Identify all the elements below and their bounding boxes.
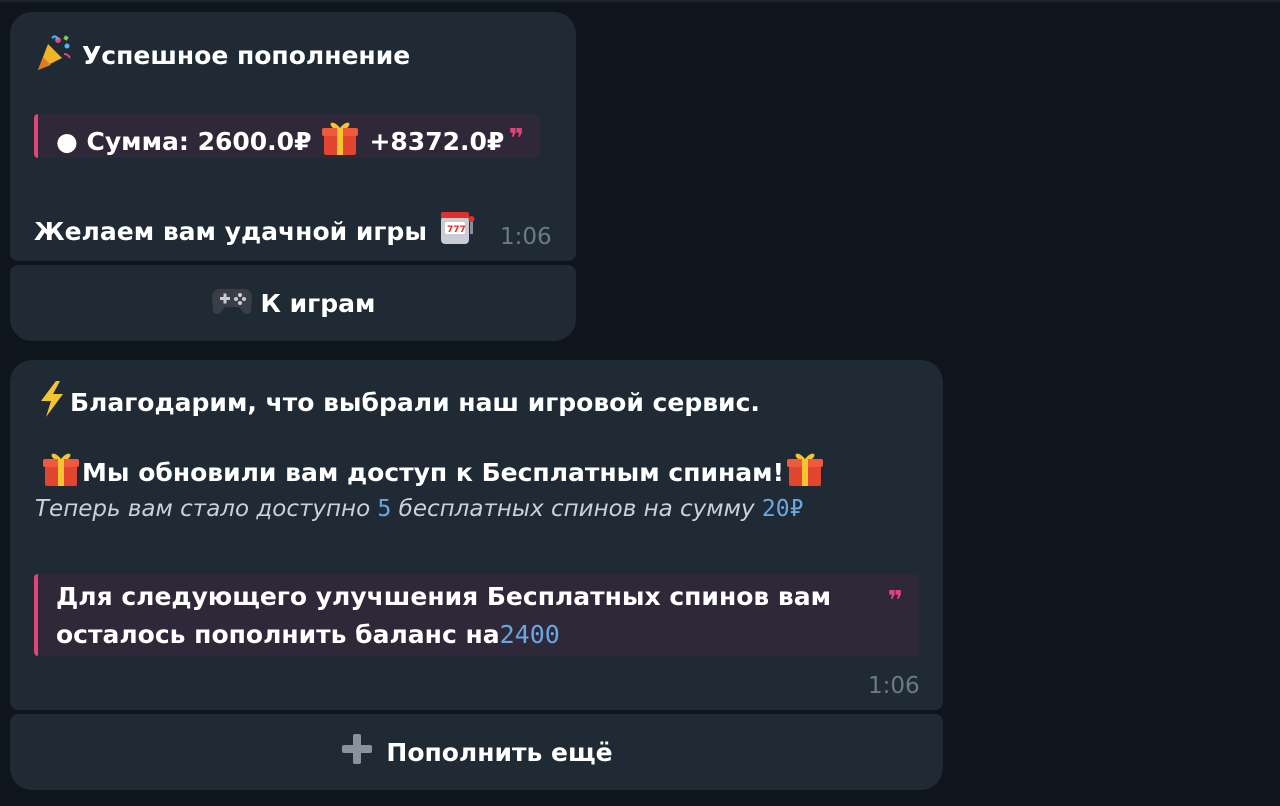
quote-icon: ❞ xyxy=(508,124,524,154)
to-games-label: К играм xyxy=(260,288,376,318)
upgrade-quote: Для следующего улучшения Бесплатных спин… xyxy=(34,574,919,656)
free-spins-info: Теперь вам стало доступно 5 бесплатных с… xyxy=(35,496,803,522)
info-text-b: бесплатных спинов на сумму xyxy=(391,496,762,522)
top-up-more-button[interactable]: Пополнить ещё xyxy=(10,714,943,790)
slot-machine-icon: 777 xyxy=(437,208,477,254)
to-games-button[interactable]: К играм xyxy=(10,265,576,341)
update-line: Мы обновили вам доступ к Бесплатным спин… xyxy=(42,450,832,494)
info-text-a: Теперь вам стало доступно xyxy=(35,496,378,522)
lightning-icon xyxy=(38,380,66,424)
wish-text: Желаем вам удачной игры xyxy=(34,216,427,246)
wish-line: Желаем вам удачной игры 777 xyxy=(34,208,485,254)
gift-icon xyxy=(786,450,824,494)
gamepad-icon xyxy=(211,283,253,323)
bonus-text: +8372.0₽ xyxy=(369,126,505,156)
quote-line-2: осталось пополнить баланс на xyxy=(56,620,500,649)
sum-quote: ● Сумма: 2600.0₽ +8372.0₽ ❞ xyxy=(34,114,540,158)
title-text: Успешное пополнение xyxy=(82,40,411,70)
message-time: 1:06 xyxy=(868,673,920,699)
party-popper-icon xyxy=(34,32,74,78)
message-bubble-1: Успешное пополнение ● Сумма: 2600.0₽ +83… xyxy=(10,12,576,261)
thanks-line: Благодарим, что выбрали наш игровой серв… xyxy=(38,380,760,424)
gift-icon xyxy=(42,450,80,494)
top-divider xyxy=(0,0,1280,2)
spins-amount: 20₽ xyxy=(761,496,804,522)
top-up-more-label: Пополнить ещё xyxy=(386,737,613,767)
gift-icon xyxy=(321,119,359,163)
spins-count: 5 xyxy=(377,496,392,522)
thanks-text: Благодарим, что выбрали наш игровой серв… xyxy=(70,387,760,417)
svg-text:777: 777 xyxy=(447,225,466,235)
message-bubble-2: Благодарим, что выбрали наш игровой серв… xyxy=(10,360,943,710)
remaining-amount: 2400 xyxy=(499,620,560,649)
update-text: Мы обновили вам доступ к Бесплатным спин… xyxy=(82,457,784,487)
sum-text: ● Сумма: 2600.0₽ xyxy=(56,126,312,156)
quote-icon: ❞ xyxy=(887,586,903,616)
quote-line-1: Для следующего улучшения Бесплатных спин… xyxy=(56,582,832,611)
plus-icon xyxy=(340,732,374,772)
message-time: 1:06 xyxy=(500,224,552,250)
message-title: Успешное пополнение xyxy=(34,32,410,78)
